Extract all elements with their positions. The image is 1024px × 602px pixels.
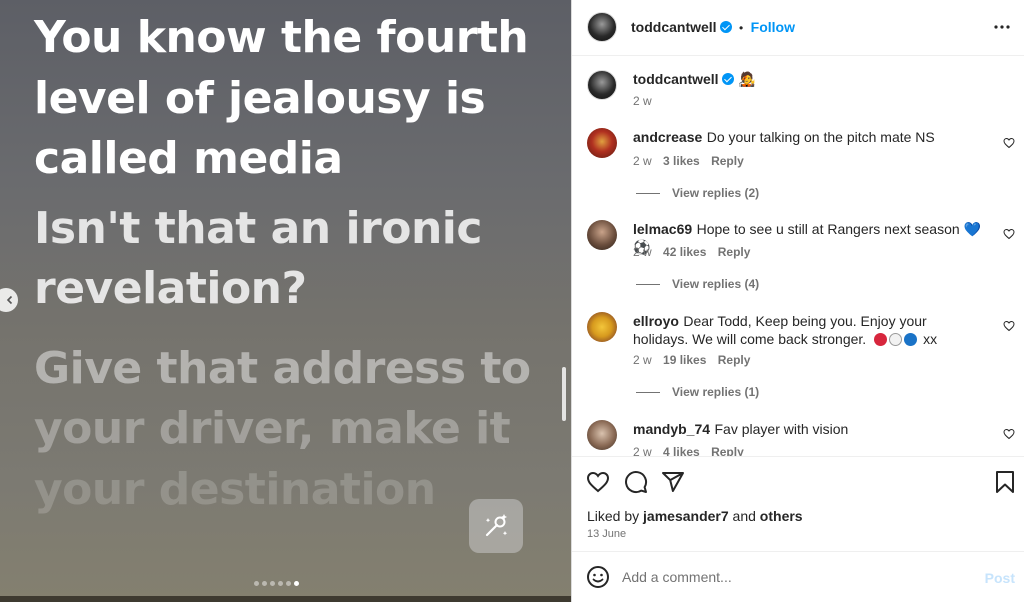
comment-likes[interactable]: 42 likes bbox=[663, 245, 706, 259]
view-replies-label: View replies (4) bbox=[672, 277, 760, 291]
reply-button[interactable]: Reply bbox=[718, 353, 751, 367]
more-options-button[interactable] bbox=[993, 19, 1011, 40]
lyric-line-3: Give that address to your driver, make i… bbox=[34, 339, 554, 521]
more-horizontal-icon bbox=[994, 25, 1010, 29]
slide-dot bbox=[270, 581, 275, 586]
likes-summary: Liked by jamesander7 and others bbox=[587, 508, 803, 524]
commenter-avatar[interactable] bbox=[587, 220, 617, 250]
divider bbox=[636, 391, 660, 393]
commenter-avatar[interactable] bbox=[587, 420, 617, 450]
slide-dot bbox=[254, 581, 259, 586]
divider bbox=[636, 283, 660, 285]
comment-bar: Post bbox=[572, 551, 1024, 602]
comment-meta: 2 w 4 likes Reply bbox=[633, 445, 744, 456]
comment-likes[interactable]: 4 likes bbox=[663, 445, 700, 456]
comment-username[interactable]: lelmac69 bbox=[633, 221, 692, 237]
comment-input[interactable] bbox=[622, 567, 952, 587]
post-date[interactable]: 13 June bbox=[587, 528, 626, 540]
caption-username[interactable]: toddcantwell bbox=[633, 71, 719, 87]
comment-body: mandyb_74 Fav player with vision bbox=[633, 421, 993, 439]
follow-button[interactable]: Follow bbox=[751, 19, 795, 35]
lyric-line-3b: your driver, make it bbox=[34, 403, 511, 454]
post-media[interactable]: You know the fourth level of jealousy is… bbox=[0, 0, 571, 602]
post-header: toddcantwell • Follow bbox=[572, 0, 1024, 56]
slide-dot-active bbox=[294, 581, 299, 586]
comment-time[interactable]: 2 w bbox=[633, 245, 652, 259]
lyric-line-3a: Give that address to bbox=[34, 342, 531, 394]
author-line: toddcantwell • Follow bbox=[631, 19, 795, 37]
post-comment-button[interactable]: Post bbox=[985, 570, 1015, 586]
comment-time[interactable]: 2 w bbox=[633, 353, 652, 367]
caption-time[interactable]: 2 w bbox=[633, 94, 652, 108]
comment-meta: 2 w 42 likes Reply bbox=[633, 245, 750, 259]
comment-time[interactable]: 2 w bbox=[633, 445, 652, 456]
divider bbox=[636, 192, 660, 194]
post-actions: Liked by jamesander7 and others 13 June bbox=[572, 456, 1024, 551]
previous-slide-button[interactable] bbox=[0, 288, 18, 312]
like-comment-heart-icon[interactable] bbox=[1003, 137, 1015, 149]
comment-meta: 2 w 3 likes Reply bbox=[633, 154, 744, 168]
emoji-smiley-icon[interactable] bbox=[586, 565, 610, 589]
comment-username[interactable]: mandyb_74 bbox=[633, 421, 710, 437]
comment-body: andcrease Do your talking on the pitch m… bbox=[633, 129, 993, 147]
caption-avatar[interactable] bbox=[587, 70, 617, 100]
liked-by-and: and bbox=[732, 508, 756, 524]
verified-badge-icon bbox=[721, 73, 734, 85]
caption-emoji: 🧑‍🎤 bbox=[738, 71, 756, 87]
comment-likes[interactable]: 19 likes bbox=[663, 353, 706, 367]
liked-by-label: Liked by bbox=[587, 508, 640, 524]
slide-dot bbox=[262, 581, 267, 586]
reply-button[interactable]: Reply bbox=[711, 154, 744, 168]
comment-meta: 2 w 19 likes Reply bbox=[633, 353, 750, 367]
view-replies-label: View replies (1) bbox=[672, 385, 760, 399]
like-comment-heart-icon[interactable] bbox=[1003, 428, 1015, 440]
like-heart-icon[interactable] bbox=[586, 470, 610, 494]
caption-line: toddcantwell 🧑‍🎤 bbox=[633, 71, 755, 89]
save-bookmark-icon[interactable] bbox=[994, 470, 1016, 494]
view-replies-button[interactable]: View replies (1) bbox=[636, 385, 759, 399]
slide-dot bbox=[278, 581, 283, 586]
comment-likes[interactable]: 3 likes bbox=[663, 154, 700, 168]
comment-text: Fav player with vision bbox=[714, 421, 849, 437]
lyric-line-1: You know the fourth level of jealousy is… bbox=[34, 12, 529, 184]
view-replies-label: View replies (2) bbox=[672, 186, 760, 200]
blue-circle-icon bbox=[903, 333, 917, 346]
liked-by-user[interactable]: jamesander7 bbox=[643, 508, 729, 524]
author-avatar[interactable] bbox=[587, 12, 617, 42]
comment-username[interactable]: ellroyo bbox=[633, 313, 679, 329]
white-circle-icon bbox=[888, 333, 902, 346]
liked-by-others[interactable]: others bbox=[760, 508, 803, 524]
post-details-panel: toddcantwell • Follow toddcantwell 🧑‍🎤 2… bbox=[571, 0, 1024, 602]
lyric-line-2: Isn't that an ironic revelation? bbox=[34, 202, 482, 315]
red-circle-icon bbox=[873, 333, 887, 346]
like-comment-heart-icon[interactable] bbox=[1003, 320, 1015, 332]
lyrics-singer-button[interactable] bbox=[469, 499, 523, 553]
reply-button[interactable]: Reply bbox=[718, 245, 751, 259]
view-replies-button[interactable]: View replies (4) bbox=[636, 277, 759, 291]
share-paper-plane-icon[interactable] bbox=[661, 470, 685, 494]
comment-bubble-icon[interactable] bbox=[624, 470, 648, 494]
view-replies-button[interactable]: View replies (2) bbox=[636, 186, 759, 200]
like-comment-heart-icon[interactable] bbox=[1003, 228, 1015, 240]
verified-badge-icon bbox=[719, 21, 732, 33]
comment-body: ellroyo Dear Todd, Keep being you. Enjoy… bbox=[633, 313, 983, 349]
commenter-avatar[interactable] bbox=[587, 128, 617, 158]
comment-time[interactable]: 2 w bbox=[633, 154, 652, 168]
slide-dot bbox=[286, 581, 291, 586]
comment-username[interactable]: andcrease bbox=[633, 129, 702, 145]
comment-text: Do your talking on the pitch mate NS bbox=[706, 129, 935, 145]
lyrics-scrollbar[interactable] bbox=[562, 367, 566, 421]
lyrics-text-block: You know the fourth level of jealousy is… bbox=[34, 8, 554, 520]
comment-text-tail: xx bbox=[923, 331, 938, 347]
slide-indicator bbox=[254, 581, 299, 586]
author-username[interactable]: toddcantwell bbox=[631, 19, 717, 35]
chevron-left-icon bbox=[6, 295, 13, 305]
separator-dot: • bbox=[739, 21, 744, 35]
reply-button[interactable]: Reply bbox=[711, 445, 744, 456]
magic-microphone-icon bbox=[485, 514, 508, 537]
commenter-avatar[interactable] bbox=[587, 312, 617, 342]
